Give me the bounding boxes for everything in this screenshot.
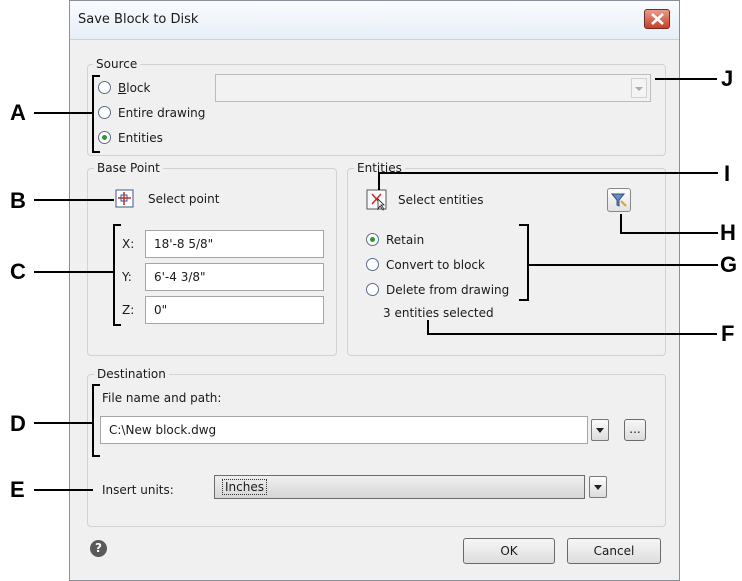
file-name-label: File name and path: xyxy=(102,391,222,405)
callout-d-bracket-top xyxy=(92,384,100,386)
callout-a-bracket-bottom xyxy=(92,151,100,153)
callout-h-line xyxy=(620,232,718,234)
select-point-label: Select point xyxy=(148,192,220,206)
callout-f: F xyxy=(721,321,735,346)
select-entities-icon xyxy=(366,189,387,211)
select-point-button[interactable]: Select point xyxy=(115,189,230,211)
callout-e-line xyxy=(34,489,93,491)
callout-g-bracket-top xyxy=(519,224,529,226)
select-point-icon xyxy=(115,189,134,208)
block-dropdown-arrow[interactable] xyxy=(631,78,647,98)
callout-g-bracket xyxy=(527,224,529,301)
callout-h-tick xyxy=(620,214,622,234)
callout-d-bracket xyxy=(92,384,94,457)
save-block-dialog: Save Block to Disk Source Block Entire d… xyxy=(69,0,680,581)
y-field[interactable]: 6'-4 3/8" xyxy=(145,263,324,291)
cancel-button[interactable]: Cancel xyxy=(567,538,661,564)
callout-c-line xyxy=(34,271,114,273)
callout-d-line xyxy=(34,422,93,424)
insert-units-dropdown-arrow[interactable] xyxy=(589,476,607,498)
ok-button[interactable]: OK xyxy=(463,538,555,564)
callout-f-line xyxy=(427,333,717,335)
radio-delete-from-drawing[interactable] xyxy=(366,283,379,296)
file-path-field[interactable]: C:\New block.dwg xyxy=(100,416,588,444)
select-entities-button[interactable]: Select entities xyxy=(366,189,496,211)
z-label: Z: xyxy=(122,303,135,317)
callout-g-line xyxy=(528,264,718,266)
radio-convert-to-block-label: Convert to block xyxy=(386,258,485,272)
callout-d: D xyxy=(10,411,26,436)
callout-i-line xyxy=(378,172,718,174)
select-entities-label: Select entities xyxy=(398,193,484,207)
callout-a-bracket xyxy=(92,75,94,153)
callout-a-line xyxy=(34,112,93,114)
help-icon[interactable]: ? xyxy=(90,540,107,557)
callout-h: H xyxy=(720,220,736,245)
browse-button[interactable]: ... xyxy=(624,419,646,441)
chevron-down-icon xyxy=(635,87,643,91)
callout-j-line xyxy=(655,78,717,80)
base-point-legend: Base Point xyxy=(94,161,163,175)
callout-c: C xyxy=(10,259,26,284)
radio-retain-label: Retain xyxy=(386,233,425,247)
callout-a-bracket-top xyxy=(92,75,100,77)
radio-block-text: lock xyxy=(126,81,151,95)
callout-d-bracket-bottom xyxy=(92,455,100,457)
callout-g-bracket-bottom xyxy=(519,299,529,301)
quick-select-button[interactable] xyxy=(607,188,631,212)
callout-g: G xyxy=(720,252,738,277)
y-label: Y: xyxy=(122,270,132,284)
callout-i: I xyxy=(724,161,731,186)
radio-delete-from-drawing-label: Delete from drawing xyxy=(386,283,510,297)
callout-c-bracket-bottom xyxy=(113,324,121,326)
close-button[interactable] xyxy=(644,9,670,29)
callout-f-tick xyxy=(427,320,429,334)
x-field[interactable]: 18'-8 5/8" xyxy=(145,230,324,258)
callout-i-tick xyxy=(378,172,380,190)
callout-e: E xyxy=(10,477,25,502)
insert-units-select[interactable]: Inches xyxy=(214,475,585,499)
radio-convert-to-block[interactable] xyxy=(366,258,379,271)
radio-block[interactable] xyxy=(98,81,111,94)
z-field[interactable]: 0" xyxy=(145,296,324,324)
close-icon xyxy=(651,13,664,25)
radio-block-label: Block xyxy=(118,81,151,95)
callout-j: J xyxy=(721,66,734,91)
radio-retain[interactable] xyxy=(366,233,379,246)
insert-units-label: Insert units: xyxy=(102,483,174,497)
callout-a: A xyxy=(10,100,26,125)
file-path-dropdown-arrow[interactable] xyxy=(591,419,609,441)
block-name-dropdown[interactable] xyxy=(215,74,651,102)
destination-legend: Destination xyxy=(94,367,169,381)
filter-icon xyxy=(610,193,627,207)
x-label: X: xyxy=(122,237,135,251)
entities-selected-status: 3 entities selected xyxy=(383,306,494,320)
callout-b-line xyxy=(34,199,114,201)
insert-units-value: Inches xyxy=(222,479,267,495)
title-bar[interactable]: Save Block to Disk xyxy=(70,1,679,40)
callout-c-bracket-top xyxy=(113,224,121,226)
callout-b: B xyxy=(10,188,26,213)
radio-entities-label: Entities xyxy=(118,131,163,145)
radio-entities[interactable] xyxy=(98,131,111,144)
dialog-title: Save Block to Disk xyxy=(78,12,199,27)
radio-entire-drawing-label: Entire drawing xyxy=(118,106,206,120)
source-legend: Source xyxy=(93,57,141,71)
radio-entire-drawing[interactable] xyxy=(98,106,111,119)
callout-c-bracket xyxy=(113,224,115,326)
